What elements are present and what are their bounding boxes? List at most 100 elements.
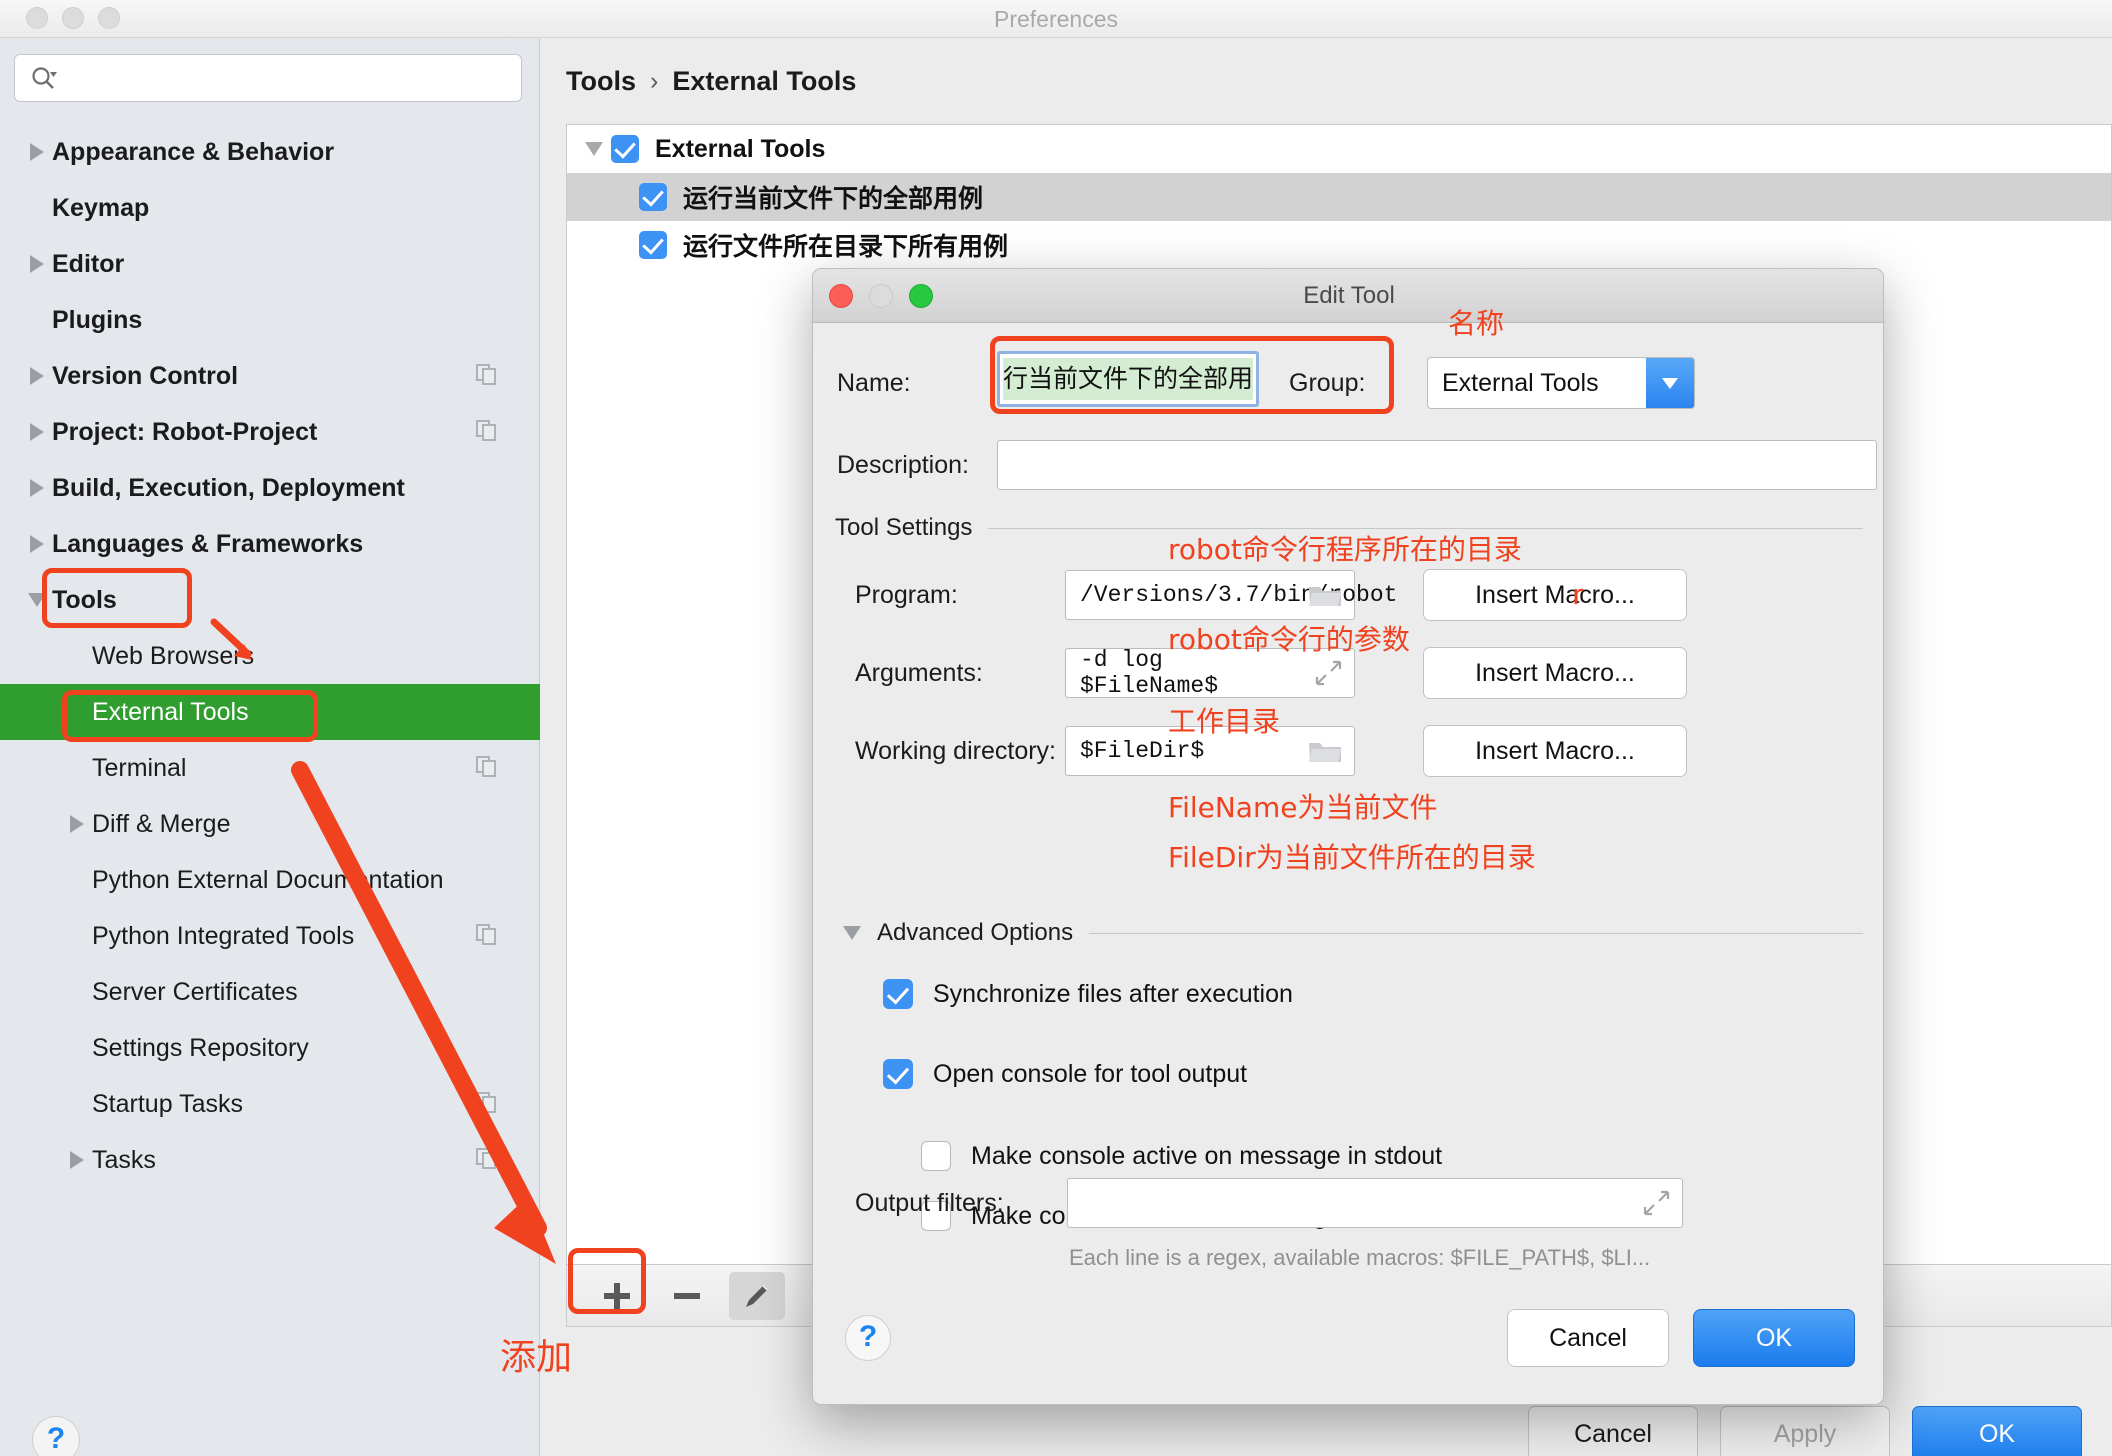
description-input[interactable] (997, 440, 1877, 490)
chevron-down-icon[interactable] (1646, 358, 1694, 408)
chevron-down-icon[interactable] (585, 142, 603, 156)
chevron-right-icon[interactable] (30, 143, 44, 161)
dialog-help-button[interactable]: ? (845, 1315, 891, 1361)
disclosure-toggle[interactable] (22, 479, 52, 497)
sidebar-item-keymap[interactable]: Keymap (0, 180, 540, 236)
sidebar-item-editor[interactable]: Editor (0, 236, 540, 292)
ok-button[interactable]: OK (1912, 1406, 2082, 1456)
sidebar-item-label: Terminal (92, 753, 187, 782)
sidebar-item-version-control[interactable]: Version Control (0, 348, 540, 404)
expand-icon[interactable] (1314, 659, 1342, 687)
checkbox[interactable] (921, 1141, 951, 1171)
list-scrollbar[interactable] (2099, 127, 2109, 1264)
dialog-minimize-icon[interactable] (869, 284, 893, 308)
sidebar-item-label: Appearance & Behavior (52, 137, 335, 166)
table-row[interactable]: 运行文件所在目录下所有用例 (567, 221, 2111, 269)
expand-icon[interactable] (1642, 1189, 1670, 1217)
sidebar-item-build-execution-deployment[interactable]: Build, Execution, Deployment (0, 460, 540, 516)
checkbox-row[interactable]: Open console for tool output (883, 1059, 1247, 1089)
triangle-down-icon[interactable] (843, 926, 861, 940)
checkbox[interactable] (883, 1059, 913, 1089)
sidebar-item-tasks[interactable]: Tasks (0, 1132, 540, 1188)
sidebar-item-web-browsers[interactable]: Web Browsers (0, 628, 540, 684)
checkbox-row[interactable]: Make console active on message in stdout (921, 1141, 1442, 1171)
breadcrumb-parent[interactable]: Tools (566, 66, 636, 97)
chevron-right-icon[interactable] (70, 1151, 84, 1169)
copy-settings-icon[interactable] (476, 924, 498, 948)
disclosure-toggle[interactable] (22, 367, 52, 385)
chevron-right-icon[interactable] (30, 423, 44, 441)
tool-settings-label: Tool Settings (835, 514, 973, 541)
cancel-button[interactable]: Cancel (1528, 1406, 1698, 1456)
working-directory-insert-macro-button[interactable]: Insert Macro... (1423, 725, 1687, 777)
copy-settings-icon[interactable] (476, 364, 498, 388)
disclosure-toggle[interactable] (22, 535, 52, 553)
sidebar-item-label: Project: Robot-Project (52, 417, 318, 446)
remove-button[interactable] (659, 1272, 715, 1320)
sidebar-item-label: Languages & Frameworks (52, 529, 364, 558)
folder-icon[interactable] (1308, 738, 1342, 764)
sidebar-item-languages-frameworks[interactable]: Languages & Frameworks (0, 516, 540, 572)
help-button[interactable]: ? (32, 1416, 80, 1456)
table-row-label: External Tools (655, 134, 826, 163)
sidebar-item-project-robot-project[interactable]: Project: Robot-Project (0, 404, 540, 460)
checkbox[interactable] (611, 135, 639, 163)
output-filters-input[interactable] (1067, 1178, 1683, 1228)
search-input[interactable] (14, 54, 522, 102)
annotation-program-note: robot命令行程序所在的目录 (1168, 533, 1522, 566)
sidebar-item-startup-tasks[interactable]: Startup Tasks (0, 1076, 540, 1132)
advanced-options-group-header[interactable]: Advanced Options (843, 919, 1863, 947)
dialog-zoom-icon[interactable] (909, 284, 933, 308)
disclosure-toggle[interactable] (22, 423, 52, 441)
dialog-traffic-lights[interactable] (829, 284, 933, 308)
disclosure-toggle[interactable] (22, 143, 52, 161)
program-insert-macro-button[interactable]: Insert Macro... (1423, 569, 1687, 621)
sidebar-item-label: Server Certificates (92, 977, 298, 1006)
sidebar-item-python-integrated-tools[interactable]: Python Integrated Tools (0, 908, 540, 964)
dialog-ok-button[interactable]: OK (1693, 1309, 1855, 1367)
chevron-right-icon[interactable] (70, 815, 84, 833)
settings-tree[interactable]: Appearance & Behavior Keymap Editor Plugins… (0, 124, 540, 1188)
sidebar-item-label: Startup Tasks (92, 1089, 244, 1118)
sidebar-item-label: Build, Execution, Deployment (52, 473, 405, 502)
program-label: Program: (855, 580, 958, 609)
window-title: Preferences (993, 6, 1118, 32)
table-row[interactable]: External Tools (567, 125, 2111, 173)
dialog-cancel-button[interactable]: Cancel (1507, 1309, 1669, 1367)
sidebar-item-server-certificates[interactable]: Server Certificates (0, 964, 540, 1020)
sidebar-item-settings-repository[interactable]: Settings Repository (0, 1020, 540, 1076)
table-row[interactable]: 运行当前文件下的全部用例 (567, 173, 2111, 221)
disclosure-toggle[interactable] (62, 1151, 92, 1169)
copy-settings-icon[interactable] (476, 1148, 498, 1172)
copy-settings-icon[interactable] (476, 756, 498, 780)
checkbox[interactable] (639, 231, 667, 259)
folder-icon[interactable] (1308, 582, 1342, 608)
edit-button[interactable] (729, 1271, 785, 1320)
description-row: Description: (837, 439, 1877, 491)
group-select-value: External Tools (1442, 368, 1599, 397)
dialog-close-icon[interactable] (829, 284, 853, 308)
sidebar-item-appearance-behavior[interactable]: Appearance & Behavior (0, 124, 540, 180)
disclosure-toggle[interactable] (577, 142, 611, 156)
sidebar-item-terminal[interactable]: Terminal (0, 740, 540, 796)
checkbox[interactable] (639, 183, 667, 211)
arguments-insert-macro-button[interactable]: Insert Macro... (1423, 647, 1687, 699)
program-input[interactable]: /Versions/3.7/bin/robot (1065, 570, 1397, 620)
copy-settings-icon[interactable] (476, 1092, 498, 1116)
chevron-right-icon[interactable] (30, 479, 44, 497)
sidebar-item-diff-merge[interactable]: Diff & Merge (0, 796, 540, 852)
group-select[interactable]: External Tools (1427, 357, 1695, 409)
copy-settings-icon[interactable] (476, 420, 498, 444)
checkbox[interactable] (883, 979, 913, 1009)
disclosure-toggle[interactable] (62, 815, 92, 833)
sidebar-item-python-external-documentation[interactable]: Python External Documentation (0, 852, 540, 908)
annotation-name-note: 名称 (1448, 307, 1505, 340)
disclosure-toggle[interactable] (22, 255, 52, 273)
checkbox-row[interactable]: Synchronize files after execution (883, 979, 1293, 1009)
preferences-sidebar: Appearance & Behavior Keymap Editor Plugins… (0, 38, 540, 1456)
chevron-right-icon[interactable] (30, 255, 44, 273)
apply-button[interactable]: Apply (1720, 1406, 1890, 1456)
sidebar-item-plugins[interactable]: Plugins (0, 292, 540, 348)
chevron-right-icon[interactable] (30, 535, 44, 553)
chevron-right-icon[interactable] (30, 367, 44, 385)
